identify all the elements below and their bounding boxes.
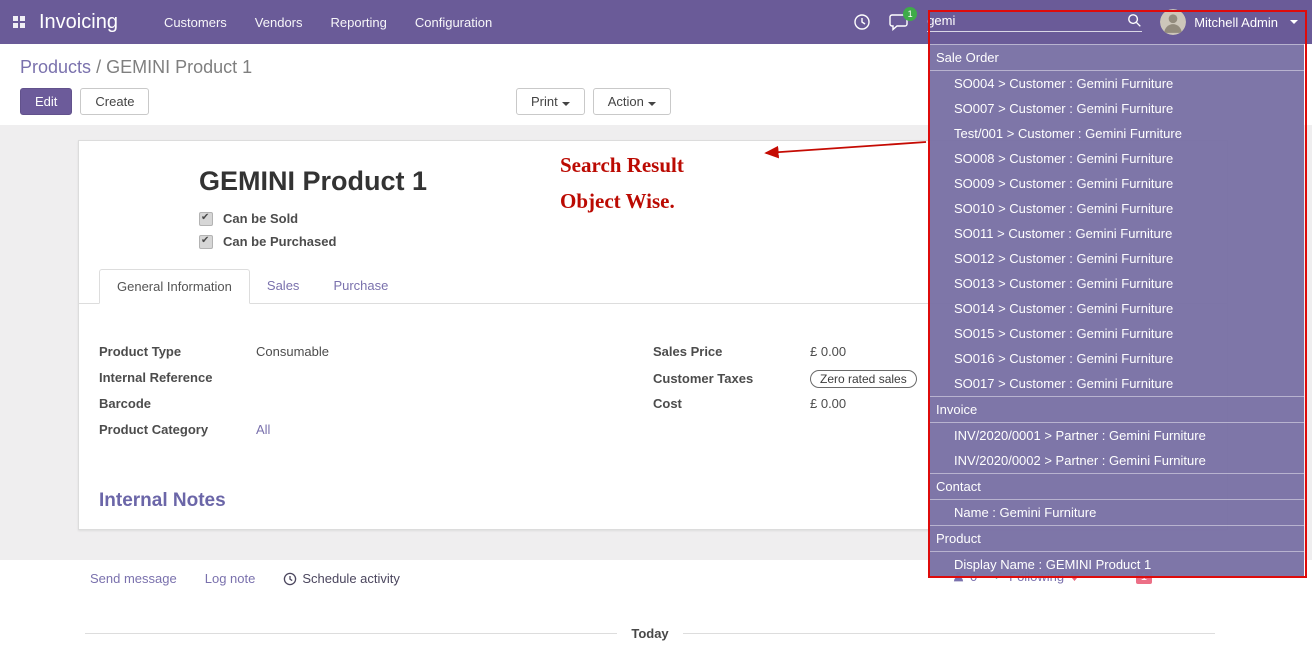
nav-menu: Customers Vendors Reporting Configuratio… [164,15,492,30]
breadcrumb-current: GEMINI Product 1 [106,57,252,77]
search-result-item[interactable]: Test/001 > Customer : Gemini Furniture [930,121,1304,146]
print-caret-icon [562,102,570,106]
dropdown-section-invoice: Invoice [930,396,1304,423]
nav-item-customers[interactable]: Customers [164,15,227,30]
today-label: Today [631,626,668,641]
search-result-item[interactable]: SO011 > Customer : Gemini Furniture [930,221,1304,246]
customer-taxes-badge[interactable]: Zero rated sales [810,370,917,388]
log-note-link[interactable]: Log note [205,571,256,586]
user-name: Mitchell Admin [1194,15,1278,30]
search-result-item[interactable]: SO004 > Customer : Gemini Furniture [930,71,1304,96]
search-result-item[interactable]: Name : Gemini Furniture [930,500,1304,525]
search-result-item[interactable]: SO014 > Customer : Gemini Furniture [930,296,1304,321]
product-category-value[interactable]: All [256,422,270,437]
send-message-link[interactable]: Send message [90,571,177,586]
navbar-right: 1 Mitchell Admin [853,9,1312,35]
app-brand[interactable]: Invoicing [39,11,118,34]
search-result-item[interactable]: SO010 > Customer : Gemini Furniture [930,196,1304,221]
action-button[interactable]: Action [593,88,671,115]
cost-value: £ 0.00 [810,396,846,411]
clock-icon [283,572,297,586]
search-input[interactable] [927,13,1127,28]
dropdown-section-contact: Contact [930,473,1304,500]
tab-sales[interactable]: Sales [250,269,317,303]
dropdown-section-product: Product [930,525,1304,552]
barcode-label: Barcode [99,396,256,411]
chevron-down-icon [1290,20,1298,24]
avatar [1160,9,1186,35]
search-result-item[interactable]: SO009 > Customer : Gemini Furniture [930,171,1304,196]
messages-icon[interactable]: 1 [889,13,909,31]
nav-item-vendors[interactable]: Vendors [255,15,303,30]
search-result-item[interactable]: SO012 > Customer : Gemini Furniture [930,246,1304,271]
nav-item-configuration[interactable]: Configuration [415,15,492,30]
global-search-box [927,13,1142,32]
print-button[interactable]: Print [516,88,585,115]
search-result-item[interactable]: SO017 > Customer : Gemini Furniture [930,371,1304,396]
search-result-item[interactable]: SO016 > Customer : Gemini Furniture [930,346,1304,371]
search-result-item[interactable]: SO013 > Customer : Gemini Furniture [930,271,1304,296]
search-results-dropdown: Sale Order SO004 > Customer : Gemini Fur… [930,44,1304,578]
action-caret-icon [648,102,656,106]
user-menu[interactable]: Mitchell Admin [1160,9,1298,35]
top-navbar: Invoicing Customers Vendors Reporting Co… [0,0,1312,44]
annotation-text: Search Result Object Wise. [560,147,684,219]
create-button[interactable]: Create [80,88,149,115]
search-icon[interactable] [1127,13,1142,28]
breadcrumb: Products / GEMINI Product 1 [20,57,252,78]
sales-price-label: Sales Price [653,344,810,359]
sales-price-value: £ 0.00 [810,344,846,359]
can-be-sold-checkbox[interactable] [199,212,213,226]
can-be-purchased-checkbox[interactable] [199,235,213,249]
breadcrumb-products[interactable]: Products [20,57,91,77]
product-category-label: Product Category [99,422,256,437]
activities-clock-icon[interactable] [853,13,871,31]
product-type-value: Consumable [256,344,329,359]
today-divider: Today [85,626,1215,641]
apps-grid-icon[interactable] [13,16,25,28]
schedule-activity-link[interactable]: Schedule activity [283,571,400,586]
edit-button[interactable]: Edit [20,88,72,115]
tab-purchase[interactable]: Purchase [316,269,405,303]
can-be-sold-label: Can be Sold [223,211,298,226]
product-type-label: Product Type [99,344,256,359]
search-result-item[interactable]: SO007 > Customer : Gemini Furniture [930,96,1304,121]
search-result-item[interactable]: SO008 > Customer : Gemini Furniture [930,146,1304,171]
search-result-item[interactable]: Display Name : GEMINI Product 1 [930,552,1304,577]
annotation-arrow [752,134,937,166]
chat-badge: 1 [903,7,917,21]
search-result-item[interactable]: SO015 > Customer : Gemini Furniture [930,321,1304,346]
search-result-item[interactable]: INV/2020/0002 > Partner : Gemini Furnitu… [930,448,1304,473]
dropdown-section-sale-order: Sale Order [930,44,1304,71]
tab-general-information[interactable]: General Information [99,269,250,304]
cost-label: Cost [653,396,810,411]
can-be-purchased-label: Can be Purchased [223,234,336,249]
nav-item-reporting[interactable]: Reporting [331,15,387,30]
customer-taxes-label: Customer Taxes [653,371,810,386]
breadcrumb-separator: / [96,57,101,77]
search-result-item[interactable]: INV/2020/0001 > Partner : Gemini Furnitu… [930,423,1304,448]
internal-reference-label: Internal Reference [99,370,256,385]
